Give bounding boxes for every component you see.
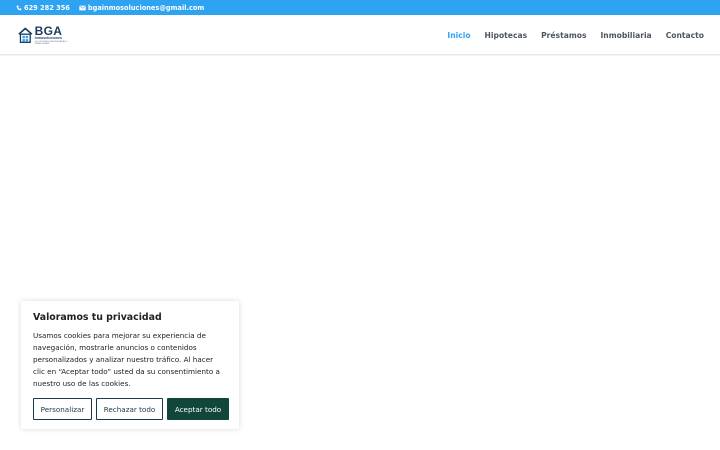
- nav-item-hipotecas[interactable]: Hipotecas: [485, 31, 528, 40]
- customize-button[interactable]: Personalizar: [33, 398, 92, 420]
- phone-contact[interactable]: 629 282 356: [16, 4, 70, 12]
- site-logo[interactable]: BGA inmosoluciones SOLUCIONES INMOBILIAR…: [18, 23, 74, 47]
- nav-item-prestamos[interactable]: Préstamos: [541, 31, 586, 40]
- main-nav: Inicio Hipotecas Préstamos Inmobiliaria …: [433, 15, 704, 55]
- top-bar: 629 282 356 bgainmosoluciones@gmail.com: [0, 0, 720, 15]
- nav-item-contacto[interactable]: Contacto: [666, 31, 704, 40]
- cookie-title: Valoramos tu privacidad: [33, 312, 162, 323]
- logo-subtitle: inmosoluciones: [34, 35, 62, 40]
- house-logo-icon: [18, 27, 33, 43]
- envelope-icon: [78, 4, 86, 10]
- site-header: BGA inmosoluciones SOLUCIONES INMOBILIAR…: [0, 15, 720, 55]
- accept-all-button[interactable]: Aceptar todo: [167, 398, 229, 420]
- phone-number: 629 282 356: [24, 3, 70, 12]
- email-address: bgainmosoluciones@gmail.com: [87, 3, 205, 12]
- cookie-consent-banner: Valoramos tu privacidad Usamos cookies p…: [21, 301, 239, 429]
- nav-item-inmobiliaria[interactable]: Inmobiliaria: [600, 31, 651, 40]
- logo-name: BGA: [34, 23, 63, 38]
- nav-item-inicio[interactable]: Inicio: [447, 31, 470, 40]
- cookie-description: Usamos cookies para mejorar su experienc…: [33, 331, 220, 388]
- logo-tagline: SOLUCIONES INMOBILIARIAS Y FINANCIERAS: [34, 41, 68, 46]
- reject-all-button[interactable]: Rechazar todo: [96, 398, 163, 420]
- email-contact[interactable]: bgainmosoluciones@gmail.com: [78, 3, 205, 12]
- cookie-buttons: Personalizar Rechazar todo Aceptar todo: [33, 398, 229, 420]
- phone-icon: [16, 5, 22, 10]
